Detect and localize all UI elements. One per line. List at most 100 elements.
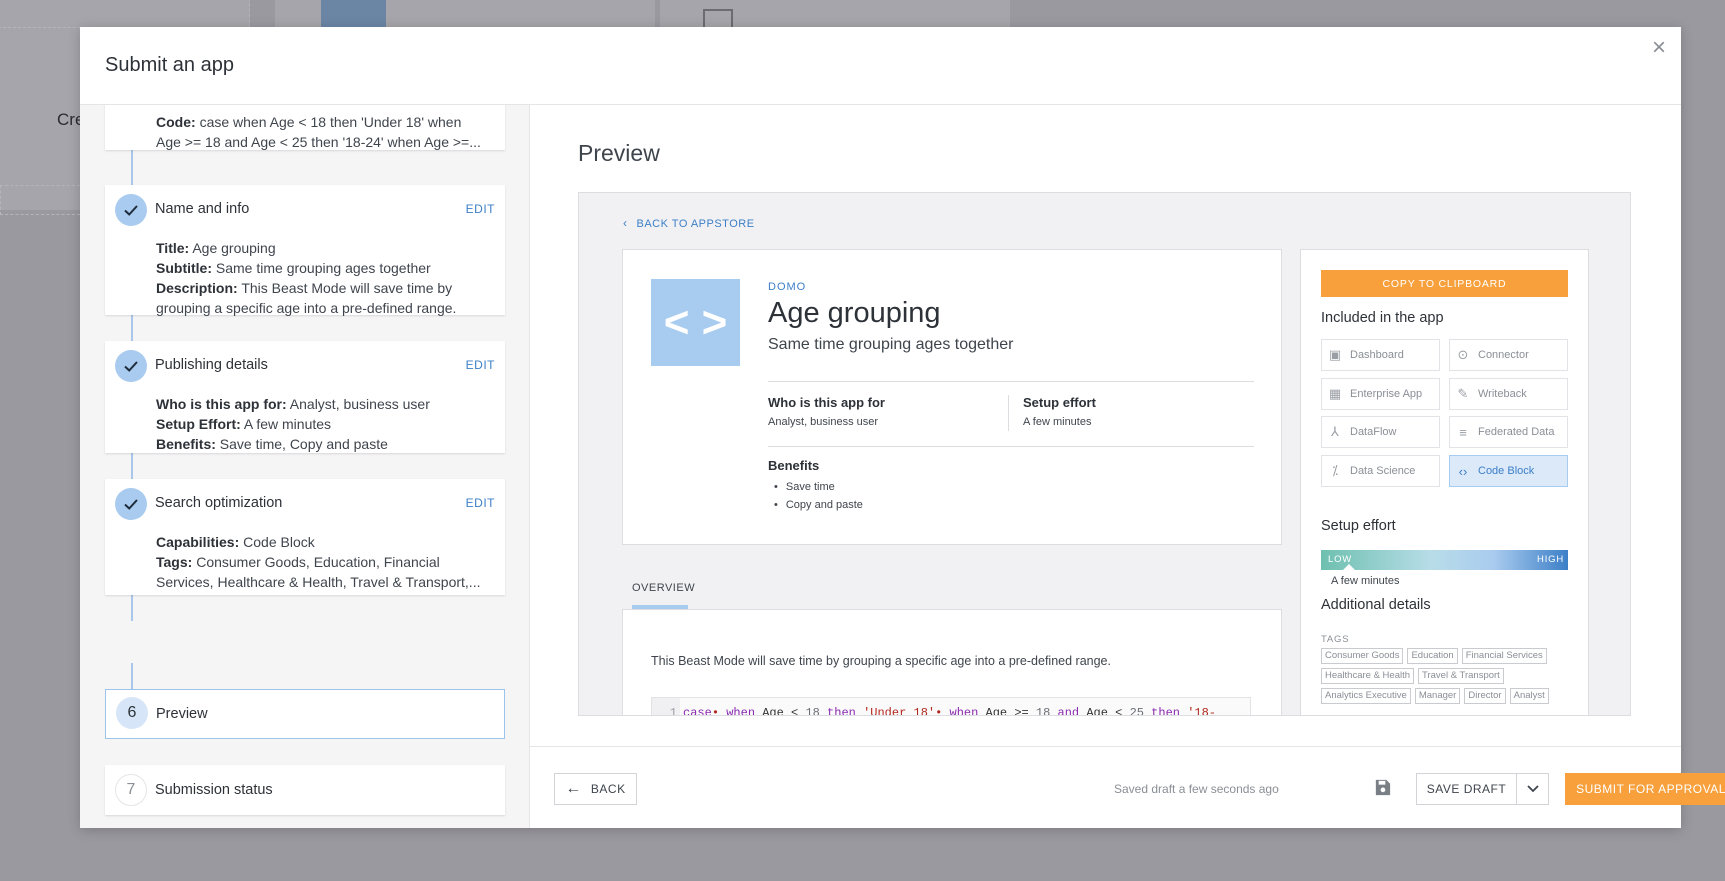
included-label: Enterprise App bbox=[1350, 388, 1423, 400]
effort-gauge-value: A few minutes bbox=[1331, 575, 1400, 587]
step-card-publishing: Publishing details EDIT Who is this app … bbox=[105, 341, 505, 453]
effort-heading: Setup effort bbox=[1321, 518, 1396, 534]
background-divider bbox=[0, 0, 250, 28]
copy-to-clipboard-button[interactable]: COPY TO CLIPBOARD bbox=[1321, 270, 1568, 297]
field-value: Age grouping bbox=[192, 240, 276, 256]
back-button[interactable]: ← BACK bbox=[554, 773, 637, 805]
effort-high-label: HIGH bbox=[1537, 554, 1564, 565]
field-value: Same time grouping ages together bbox=[215, 260, 431, 276]
included-label: Data Science bbox=[1350, 465, 1416, 477]
field-label: Setup Effort: bbox=[156, 416, 241, 432]
code-token: 'Under 18' bbox=[863, 706, 936, 716]
step-card-submission[interactable]: 7 Submission status bbox=[105, 765, 505, 815]
code-token: then bbox=[1143, 706, 1188, 716]
field-label: Subtitle: bbox=[156, 260, 212, 276]
tag[interactable]: Healthcare & Health bbox=[1321, 668, 1415, 684]
code-token: Age >= bbox=[978, 706, 1036, 716]
step-number: 7 bbox=[115, 774, 147, 806]
back-link-label: BACK TO APPSTORE bbox=[636, 218, 755, 230]
step-connector bbox=[131, 663, 133, 689]
step-title: Name and info bbox=[155, 201, 250, 217]
field-label: Tags: bbox=[156, 554, 193, 570]
field-value: A few minutes bbox=[243, 416, 332, 432]
summary-line: Title: Age grouping bbox=[156, 238, 493, 258]
setup-effort-gauge: LOW HIGH bbox=[1321, 550, 1568, 570]
code-block-logo-icon: < > bbox=[651, 279, 740, 366]
tag[interactable]: Director bbox=[1464, 688, 1506, 704]
code-line: case• when Age < 18 then 'Under 18'• whe… bbox=[683, 706, 1216, 716]
step-title: Preview bbox=[156, 706, 208, 722]
field-value: Analyst, business user bbox=[289, 396, 430, 412]
benefits-list: Save time Copy and paste bbox=[768, 478, 863, 514]
code-token: then bbox=[819, 706, 864, 716]
included-dataflow: ⅄ DataFlow bbox=[1321, 416, 1440, 448]
summary-line: Benefits: Save time, Copy and paste bbox=[156, 434, 493, 454]
field-label: Benefits: bbox=[156, 436, 216, 452]
writeback-icon: ✎ bbox=[1457, 386, 1469, 401]
tag[interactable]: Financial Services bbox=[1461, 648, 1547, 664]
preview-heading: Preview bbox=[578, 140, 660, 166]
included-label: DataFlow bbox=[1350, 426, 1397, 438]
summary-line: Who is this app for: Analyst, business u… bbox=[156, 394, 493, 414]
line-number: 1 bbox=[652, 698, 680, 715]
tag[interactable]: Consumer Goods bbox=[1321, 648, 1404, 664]
tag[interactable]: Education bbox=[1407, 648, 1458, 664]
code-value: case when Age < 18 then 'Under 18' when … bbox=[156, 114, 481, 150]
edit-button[interactable]: EDIT bbox=[466, 358, 495, 372]
field-value: Save time, Copy and paste bbox=[219, 436, 388, 452]
code-token: case bbox=[683, 706, 712, 716]
tag[interactable]: Analyst bbox=[1509, 688, 1549, 704]
background-divider bbox=[0, 185, 80, 215]
chevron-left-icon: ‹ bbox=[623, 216, 628, 230]
tag[interactable]: Travel & Transport bbox=[1418, 668, 1504, 684]
code-token: • bbox=[935, 706, 950, 716]
code-token: 18 bbox=[805, 706, 820, 716]
edit-button[interactable]: EDIT bbox=[466, 496, 495, 510]
saved-status: Saved draft a few seconds ago bbox=[1114, 782, 1279, 796]
save-options-dropdown[interactable] bbox=[1516, 773, 1549, 805]
vendor-label[interactable]: DOMO bbox=[768, 281, 806, 293]
included-writeback: ✎ Writeback bbox=[1449, 378, 1568, 410]
chevron-down-icon bbox=[1526, 785, 1539, 793]
code-label: Code: bbox=[156, 114, 196, 130]
benefit-item: Save time bbox=[768, 478, 863, 496]
tags-label: TAGS bbox=[1321, 634, 1350, 645]
modal-header: Submit an app × bbox=[80, 27, 1681, 105]
step-code-summary: Code: case when Age < 18 then 'Under 18'… bbox=[156, 112, 486, 152]
submit-app-modal: Submit an app × Code: case when Age < 18… bbox=[80, 27, 1725, 828]
code-snippet[interactable]: 1 case• when Age < 18 then 'Under 18'• w… bbox=[651, 697, 1251, 716]
tag[interactable]: Analytics Executive bbox=[1321, 688, 1411, 704]
tab-overview[interactable]: OVERVIEW bbox=[632, 582, 695, 594]
check-icon bbox=[115, 350, 147, 382]
included-data-science: ⁒ Data Science bbox=[1321, 455, 1440, 487]
back-button-label: BACK bbox=[590, 782, 626, 796]
field-value: Consumer Goods, Education, Financial Ser… bbox=[156, 554, 481, 590]
summary-line: Capabilities: Code Block bbox=[156, 532, 493, 552]
step-connector bbox=[131, 595, 133, 621]
close-icon[interactable]: × bbox=[1648, 36, 1670, 60]
code-token: Age < bbox=[755, 706, 806, 716]
submit-for-approval-button[interactable]: SUBMIT FOR APPROVAL bbox=[1565, 773, 1725, 805]
save-icon[interactable] bbox=[1373, 778, 1392, 797]
back-to-appstore-link[interactable]: ‹ BACK TO APPSTORE bbox=[623, 216, 755, 230]
field-value: Code Block bbox=[243, 534, 315, 550]
included-dashboard: ▣ Dashboard bbox=[1321, 339, 1440, 371]
appstore-preview-frame[interactable]: ‹ BACK TO APPSTORE < > DOMO Age grouping … bbox=[578, 192, 1631, 716]
dashboard-icon: ▣ bbox=[1328, 347, 1342, 362]
save-draft-button[interactable]: SAVE DRAFT bbox=[1416, 773, 1517, 805]
step-card-name-info: Name and info EDIT Title: Age grouping S… bbox=[105, 185, 505, 316]
check-icon bbox=[115, 488, 147, 520]
edit-button[interactable]: EDIT bbox=[466, 202, 495, 216]
summary-line: Tags: Consumer Goods, Education, Financi… bbox=[156, 552, 493, 592]
code-token: '18- bbox=[1187, 706, 1216, 716]
who-label: Who is this app for bbox=[768, 395, 885, 410]
code-token: when bbox=[949, 706, 979, 716]
step-card-preview[interactable]: 6 Preview bbox=[105, 689, 505, 739]
who-value: Analyst, business user bbox=[768, 416, 879, 428]
benefit-item: Copy and paste bbox=[768, 496, 863, 514]
tag[interactable]: Manager bbox=[1414, 688, 1461, 704]
step-summary: Capabilities: Code Block Tags: Consumer … bbox=[156, 532, 493, 592]
code-token: when bbox=[726, 706, 756, 716]
steps-sidebar: Code: case when Age < 18 then 'Under 18'… bbox=[80, 105, 530, 828]
app-subtitle: Same time grouping ages together bbox=[768, 336, 1014, 353]
